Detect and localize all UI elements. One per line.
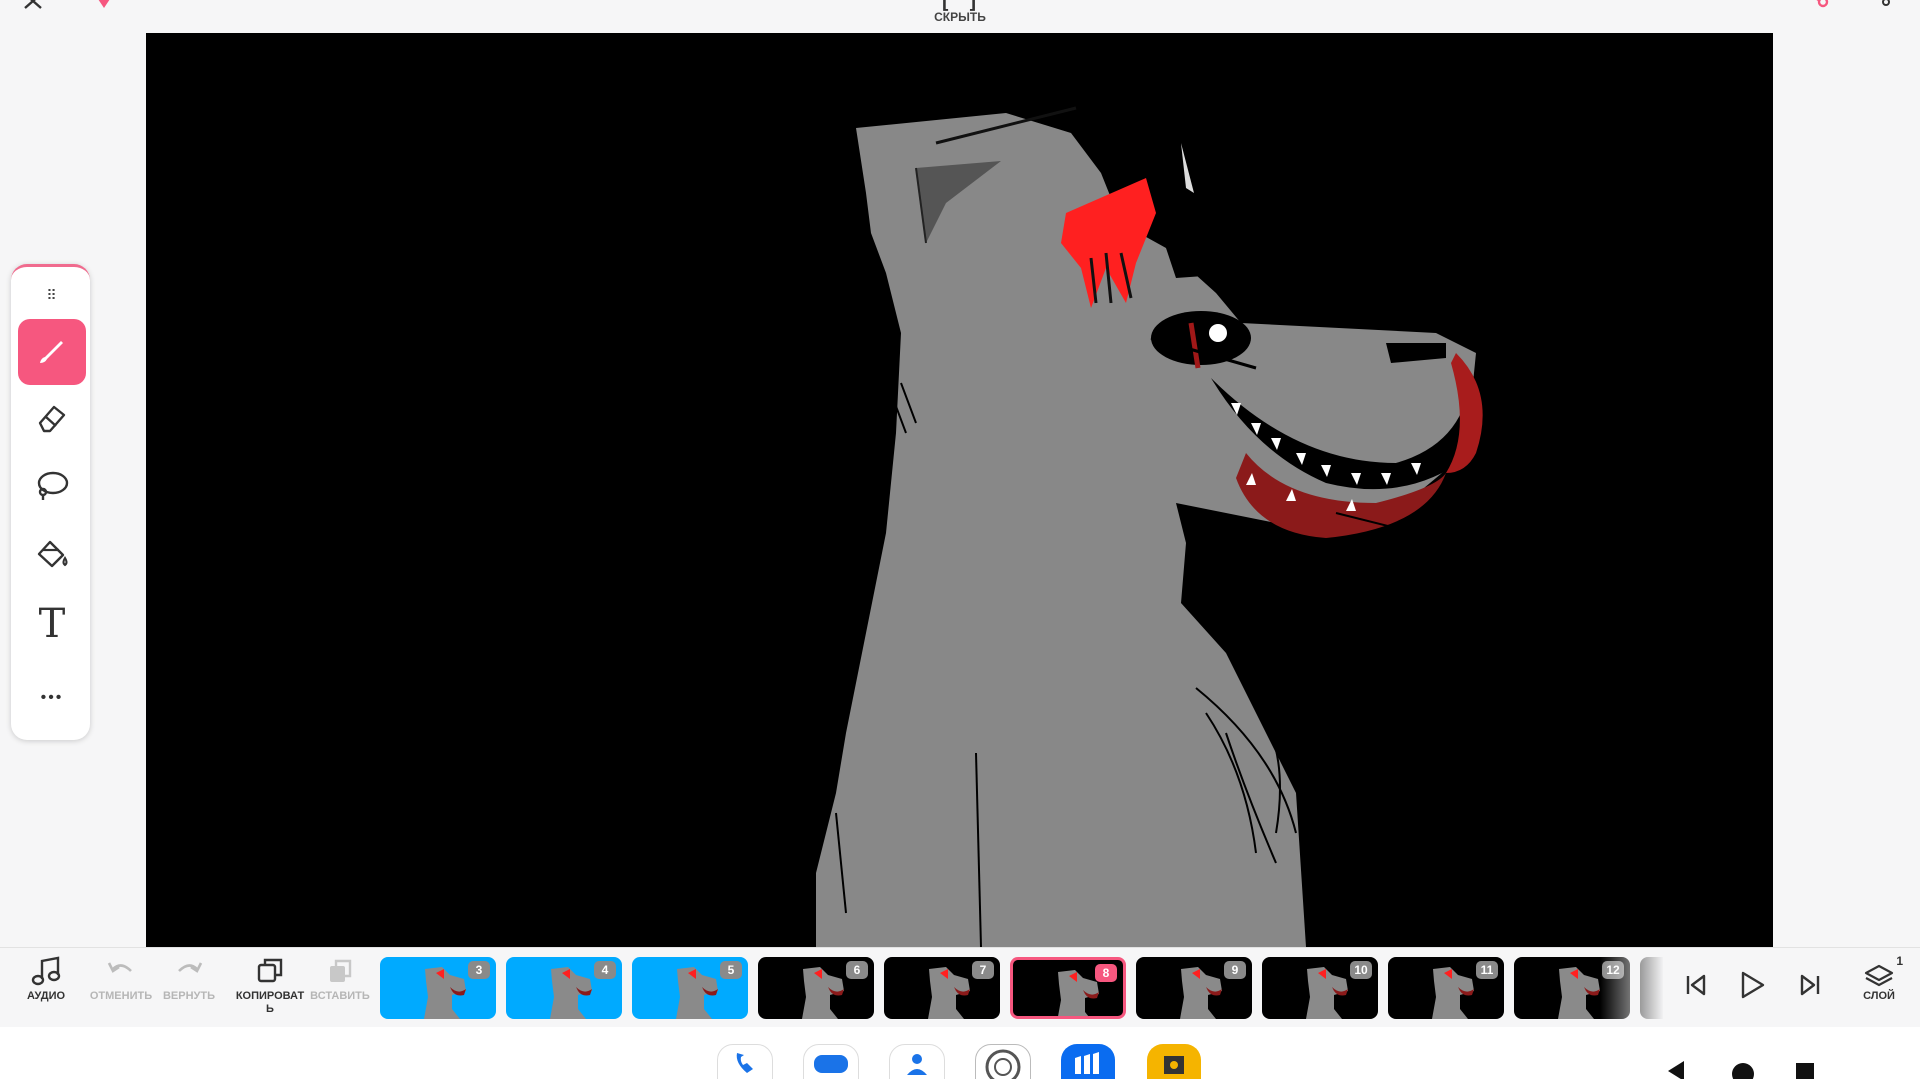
paste-button[interactable]: ВСТАВИТЬ	[304, 956, 376, 1022]
home-icon[interactable]	[1732, 1063, 1754, 1079]
redo-button[interactable]: ВЕРНУТЬ	[153, 956, 225, 1022]
layer-count: 1	[1896, 954, 1903, 968]
undo-icon	[105, 957, 137, 990]
fill-tool-button[interactable]	[18, 523, 86, 589]
copy-button[interactable]: КОПИРОВАТЬ	[234, 956, 306, 1022]
redo-icon	[173, 957, 205, 990]
first-frame-button[interactable]	[1676, 965, 1716, 1009]
frame-thumbnail[interactable]: 3	[380, 957, 496, 1019]
skip-back-icon	[1682, 971, 1710, 1004]
canvas-artwork	[816, 106, 1483, 947]
lasso-tool-button[interactable]	[18, 455, 86, 521]
frame-number-badge: 6	[846, 961, 868, 979]
play-button[interactable]	[1732, 965, 1772, 1009]
more-horizontal-icon: •••	[40, 689, 64, 706]
redo-label: ВЕРНУТЬ	[162, 990, 216, 1002]
close-icon[interactable]	[18, 0, 50, 18]
hide-label: СКРЫТЬ	[934, 10, 986, 24]
layer-label: СЛОЙ	[1863, 990, 1895, 1002]
brush-icon	[35, 333, 69, 372]
frame-number-badge: 8	[1095, 964, 1117, 982]
skip-forward-icon	[1796, 971, 1824, 1004]
paint-bucket-icon	[33, 536, 71, 577]
more-vertical-icon[interactable]	[1870, 0, 1902, 18]
frame-thumbnail[interactable]: 11	[1388, 957, 1504, 1019]
phone-app-icon[interactable]	[717, 1044, 773, 1079]
recents-icon[interactable]	[1796, 1063, 1814, 1079]
drag-handle-icon[interactable]: ⠿	[37, 287, 67, 303]
system-navigation-bar	[0, 1027, 1920, 1079]
frame-thumbnail[interactable]: 8	[1010, 957, 1126, 1019]
gallery-app-icon[interactable]	[1147, 1044, 1201, 1079]
gem-icon[interactable]	[88, 0, 120, 18]
contacts-app-icon[interactable]	[889, 1044, 945, 1079]
top-bar: [ ] СКРЫТЬ	[0, 0, 1920, 33]
camera-app-icon[interactable]	[975, 1044, 1031, 1079]
frame-thumbnail[interactable]: 10	[1262, 957, 1378, 1019]
frame-number-badge: 11	[1476, 961, 1498, 979]
layers-button[interactable]: 1 СЛОЙ	[1843, 954, 1915, 1022]
messages-app-icon[interactable]	[803, 1044, 859, 1079]
layers-icon	[1862, 955, 1896, 992]
hide-panel-button[interactable]: [ ] СКРЫТЬ	[920, 0, 1000, 26]
hide-icon: [ ]	[938, 0, 982, 13]
frame-thumbnail[interactable]: 9	[1136, 957, 1252, 1019]
audio-button[interactable]: АУДИО	[10, 956, 82, 1022]
text-icon: T	[38, 601, 66, 647]
share-icon[interactable]	[1800, 0, 1832, 18]
music-note-icon	[30, 955, 62, 992]
tool-palette: ⠿ T •••	[11, 264, 90, 740]
frame-number-badge: 7	[972, 961, 994, 979]
frame-thumbnail[interactable]: 6	[758, 957, 874, 1019]
frame-number-badge: 10	[1350, 961, 1372, 979]
undo-button[interactable]: ОТМЕНИТЬ	[85, 956, 157, 1022]
lasso-icon	[34, 468, 70, 509]
paste-icon	[324, 955, 356, 992]
brush-tool-button[interactable]	[18, 319, 86, 385]
back-icon[interactable]	[1664, 1059, 1688, 1079]
frame-thumbnail[interactable]: 5	[632, 957, 748, 1019]
frame-strip-fade	[1600, 956, 1664, 1022]
frame-number-badge: 5	[720, 961, 742, 979]
frame-thumbnail[interactable]: 7	[884, 957, 1000, 1019]
frame-strip[interactable]: 3456789101112	[380, 957, 1663, 1019]
last-frame-button[interactable]	[1790, 965, 1830, 1009]
store-app-icon[interactable]	[1061, 1044, 1115, 1079]
frame-number-badge: 4	[594, 961, 616, 979]
drawing-canvas[interactable]	[146, 33, 1773, 947]
play-icon	[1735, 968, 1769, 1007]
eraser-tool-button[interactable]	[18, 387, 86, 453]
eraser-icon	[34, 401, 70, 440]
more-tools-button[interactable]: •••	[18, 665, 86, 731]
copy-icon	[254, 955, 286, 992]
frame-number-badge: 9	[1224, 961, 1246, 979]
paste-label: ВСТАВИТЬ	[310, 990, 370, 1002]
text-tool-button[interactable]: T	[18, 591, 86, 657]
audio-label: АУДИО	[26, 990, 66, 1002]
copy-label: КОПИРОВАТЬ	[235, 990, 305, 1015]
undo-label: ОТМЕНИТЬ	[89, 990, 153, 1002]
frame-number-badge: 3	[468, 961, 490, 979]
frame-thumbnail[interactable]: 4	[506, 957, 622, 1019]
